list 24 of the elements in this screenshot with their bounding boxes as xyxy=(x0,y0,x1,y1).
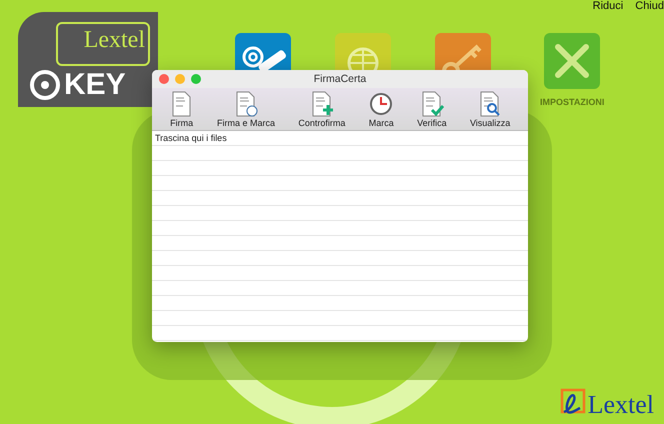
ring-icon xyxy=(28,68,62,102)
toolbar-button[interactable]: Firma e Marca xyxy=(217,90,276,128)
logo-text: KEY xyxy=(64,68,126,102)
logo-text: Lextel xyxy=(84,27,145,54)
toolbar-button[interactable]: Visualizza xyxy=(470,90,510,128)
maximize-button[interactable] xyxy=(191,74,201,84)
document-icon xyxy=(478,90,502,116)
toolbar-button[interactable]: Marca xyxy=(368,90,394,128)
app-label: IMPOSTAZIONI xyxy=(540,97,604,107)
toolbar-button[interactable]: Firma xyxy=(170,90,194,128)
clock-icon xyxy=(369,90,394,116)
toolbar-button[interactable]: Controfirma xyxy=(298,90,346,128)
close-button[interactable] xyxy=(159,74,169,84)
toolbar-button[interactable]: Verifica xyxy=(417,90,447,128)
brand-name: Lextel xyxy=(588,392,654,418)
minimize-button[interactable] xyxy=(175,74,185,84)
drop-hint: Trascina qui i files xyxy=(155,133,227,143)
top-link[interactable]: Riduci xyxy=(592,0,624,12)
file-drop-list[interactable]: Trascina qui i files xyxy=(152,131,528,341)
document-icon xyxy=(234,90,258,116)
top-link[interactable]: Chiud xyxy=(635,0,664,12)
document-icon xyxy=(310,90,334,116)
window-title: FirmaCerta xyxy=(314,73,366,85)
document-icon xyxy=(420,90,444,116)
